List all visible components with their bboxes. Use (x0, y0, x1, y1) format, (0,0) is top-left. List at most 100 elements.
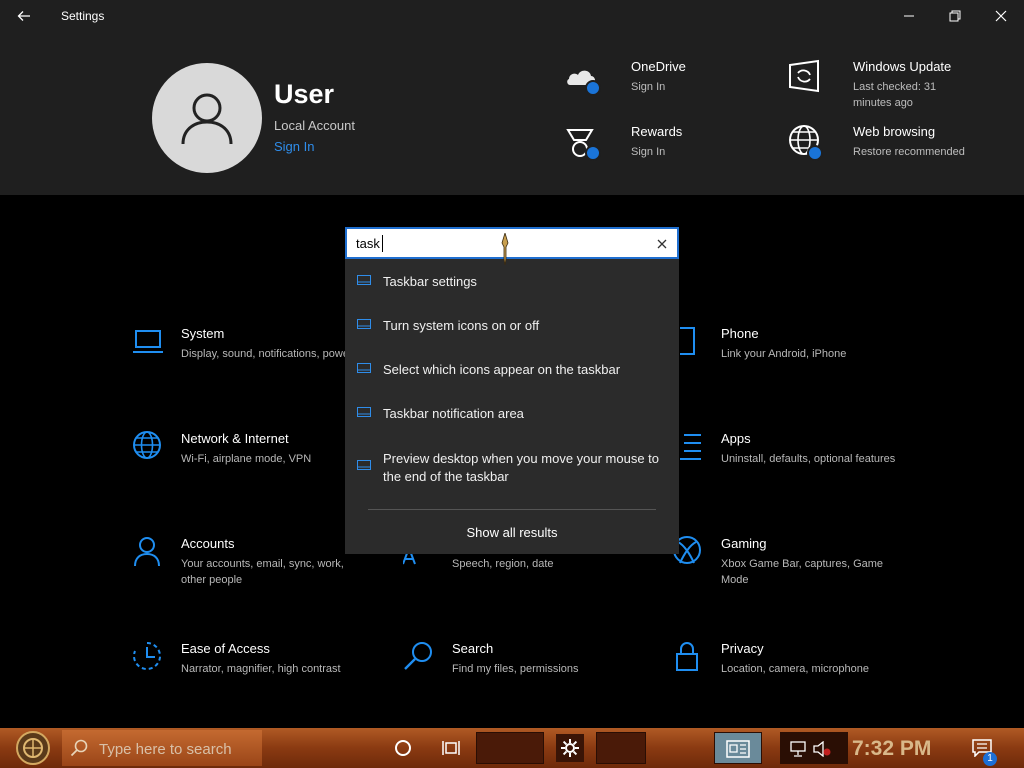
category-subtitle: Location, camera, microphone (721, 663, 869, 675)
category-subtitle: Uninstall, defaults, optional features (721, 453, 896, 465)
category-title: Apps (721, 431, 751, 446)
settings-search-input[interactable]: task (345, 227, 679, 259)
settings-icon (561, 739, 579, 757)
taskbar-search-box[interactable]: Type here to search (62, 730, 262, 766)
account-header: User Local Account Sign In OneDrive Sign… (0, 32, 1024, 195)
suggestion-item[interactable]: Taskbar notification area (345, 391, 679, 435)
search-icon (403, 641, 435, 673)
taskbar-slot (596, 732, 646, 764)
category-subtitle: Find my files, permissions (452, 663, 579, 675)
task-view-icon (442, 741, 460, 755)
windows-update-item[interactable]: Windows Update Last checked: 31 minutes … (788, 59, 988, 119)
taskbar: Type here to search 7:32 PM (0, 728, 1024, 768)
news-icon (726, 740, 750, 758)
taskbar-icon (357, 319, 371, 329)
onedrive-title: OneDrive (631, 59, 686, 74)
suggestion-label: Preview desktop when you move your mouse… (383, 451, 660, 484)
sign-in-link[interactable]: Sign In (274, 139, 314, 154)
account-type: Local Account (274, 118, 355, 133)
category-title: Search (452, 641, 494, 656)
rewards-icon (566, 124, 606, 164)
lock-icon (672, 641, 704, 673)
category-title: Ease of Access (181, 641, 270, 656)
rewards-item[interactable]: Rewards Sign In (566, 124, 746, 170)
settings-taskbar-button[interactable] (556, 734, 584, 762)
taskbar-icon (357, 275, 371, 285)
restore-icon (949, 10, 961, 22)
taskbar-search-placeholder: Type here to search (99, 741, 232, 758)
start-button[interactable] (10, 730, 56, 766)
category-title: Accounts (181, 536, 235, 551)
rewards-subtitle: Sign In (631, 146, 666, 158)
category-subtitle: Your accounts, email, sync, work, other … (181, 558, 344, 586)
taskbar-icon (357, 460, 371, 470)
web-browsing-subtitle: Restore recommended (853, 146, 965, 158)
minimize-button[interactable] (886, 0, 932, 32)
close-icon (995, 10, 1007, 22)
suggestion-label: Taskbar settings (383, 274, 477, 289)
ease-of-access-icon (132, 641, 164, 673)
close-button[interactable] (978, 0, 1024, 32)
search-query: task (356, 236, 380, 251)
windows-update-title: Windows Update (853, 59, 952, 74)
category-subtitle: Xbox Game Bar, captures, Game Mode (721, 558, 884, 586)
title-bar: Settings (0, 0, 1024, 32)
news-widget[interactable] (714, 732, 762, 764)
web-browsing-title: Web browsing (853, 124, 936, 139)
text-caret (382, 235, 383, 252)
onedrive-icon (566, 59, 606, 99)
search-suggestions: Taskbar settings Turn system icons on or… (345, 259, 679, 554)
notification-count-badge: 1 (983, 752, 997, 766)
taskbar-icon (357, 407, 371, 417)
volume-muted-icon (813, 741, 831, 757)
suggestion-label: Turn system icons on or off (383, 318, 540, 333)
category-subtitle: Link your Android, iPhone (721, 348, 847, 360)
divider (368, 509, 656, 510)
rewards-title: Rewards (631, 124, 683, 139)
start-icon (16, 731, 50, 765)
category-title: Network & Internet (181, 431, 289, 446)
suggestion-label: Select which icons appear on the taskbar (383, 362, 621, 377)
suggestion-label: Taskbar notification area (383, 406, 524, 421)
clear-search-button[interactable] (653, 235, 671, 253)
person-icon (132, 536, 164, 568)
minimize-icon (904, 15, 914, 17)
taskbar-slot (476, 732, 544, 764)
text-cursor-icon (501, 233, 509, 265)
onedrive-item[interactable]: OneDrive Sign In (566, 59, 746, 105)
back-button[interactable] (8, 3, 40, 29)
category-title: Privacy (721, 641, 764, 656)
maximize-button[interactable] (932, 0, 978, 32)
avatar[interactable] (152, 63, 262, 173)
show-all-results-button[interactable]: Show all results (345, 525, 679, 540)
network-icon (790, 741, 806, 757)
suggestion-item[interactable]: Turn system icons on or off (345, 303, 679, 347)
category-subtitle: Narrator, magnifier, high contrast (181, 663, 341, 675)
task-view-button[interactable] (437, 734, 465, 762)
system-tray (780, 732, 848, 764)
app-title: Settings (61, 9, 105, 23)
category-subtitle: Speech, region, date (452, 558, 554, 570)
user-icon (181, 93, 233, 145)
windows-update-icon (788, 59, 828, 99)
suggestion-item[interactable]: Select which icons appear on the taskbar (345, 347, 679, 391)
cortana-button[interactable] (389, 734, 417, 762)
windows-update-subtitle: Last checked: 31 minutes ago (853, 81, 937, 109)
cortana-icon (395, 740, 411, 756)
globe-icon (788, 124, 828, 164)
clear-icon (657, 239, 667, 249)
taskbar-clock[interactable]: 7:32 PM (852, 737, 931, 761)
suggestion-item[interactable]: Taskbar settings (345, 259, 679, 303)
category-title: Phone (721, 326, 759, 341)
category-subtitle: Display, sound, notifications, power (181, 348, 353, 360)
category-title: System (181, 326, 225, 341)
category-title: Gaming (721, 536, 767, 551)
suggestion-item[interactable]: Preview desktop when you move your mouse… (345, 436, 679, 488)
search-icon (70, 739, 88, 757)
onedrive-subtitle: Sign In (631, 81, 666, 93)
category-subtitle: Wi-Fi, airplane mode, VPN (181, 453, 312, 465)
globe-icon (132, 431, 164, 463)
web-browsing-item[interactable]: Web browsing Restore recommended (788, 124, 988, 184)
taskbar-icon (357, 363, 371, 373)
user-name: User (274, 79, 335, 109)
